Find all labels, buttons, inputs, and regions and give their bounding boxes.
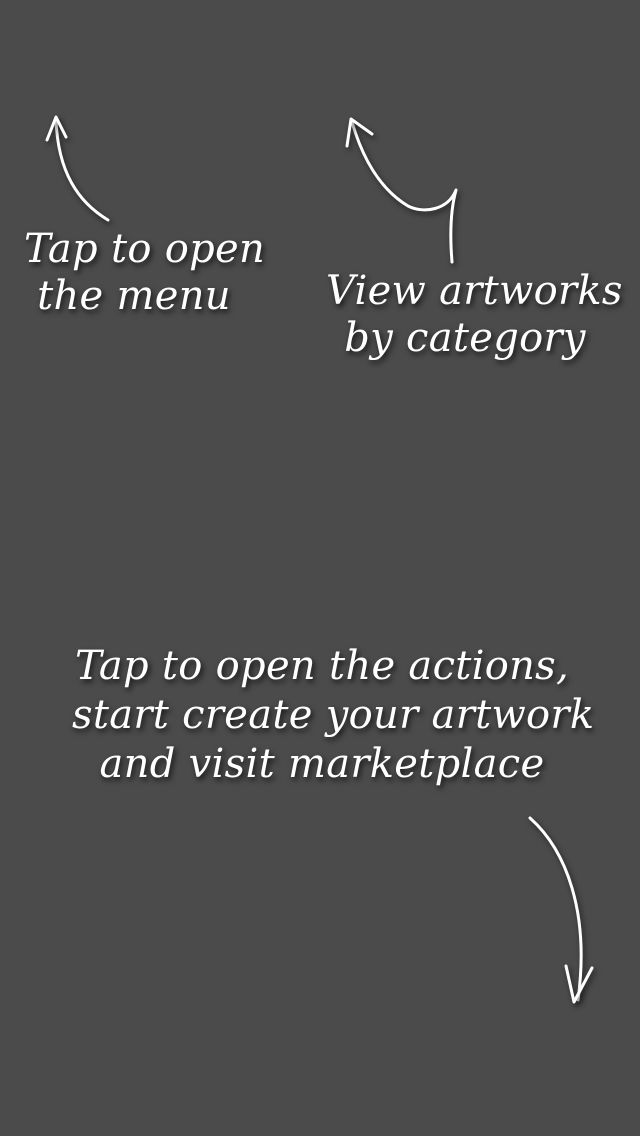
category-hint-line-1: View artworks bbox=[326, 268, 623, 314]
menu-hint-line-2: the menu bbox=[37, 273, 231, 320]
menu-hint-line-1: Tap to open bbox=[24, 226, 266, 272]
category-hint-line-2: by category bbox=[344, 315, 586, 362]
category-hint: View artworks by category bbox=[326, 268, 623, 362]
actions-hint-line-2: start create your artwork bbox=[72, 691, 595, 738]
category-arrow-icon bbox=[345, 117, 458, 264]
menu-arrow-icon bbox=[45, 115, 110, 222]
arrows-layer bbox=[45, 115, 594, 1004]
menu-hint: Tap to open the menu bbox=[24, 226, 266, 320]
actions-arrow-icon bbox=[528, 816, 594, 1004]
actions-hint-line-1: Tap to open the actions, bbox=[74, 643, 570, 689]
actions-hint-line-3: and visit marketplace bbox=[99, 740, 545, 787]
onboarding-overlay[interactable]: Tap to open the menu View artworks by ca… bbox=[0, 0, 640, 1136]
actions-hint: Tap to open the actions, start create yo… bbox=[72, 642, 595, 788]
